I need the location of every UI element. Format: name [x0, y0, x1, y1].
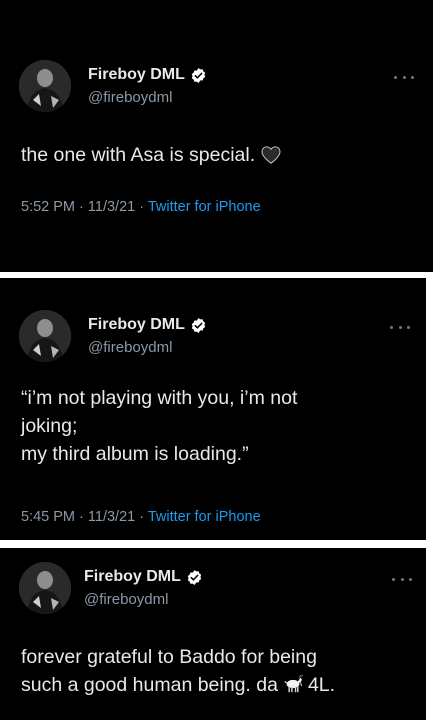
- verified-badge-icon: [191, 67, 206, 83]
- tweet-text-line: forever grateful to Baddo for being: [21, 646, 317, 668]
- avatar-image: [19, 60, 71, 112]
- meta-separator: ·: [75, 509, 88, 525]
- tweet-meta: 5:52 PM · 11/3/21 · Twitter for iPhone: [21, 199, 261, 215]
- tweet-date[interactable]: 11/3/21: [88, 199, 135, 215]
- tweet-text: “i’m not playing with you, i’m not jokin…: [21, 384, 297, 468]
- tweet-text-line: joking;: [21, 415, 78, 437]
- tweet-time[interactable]: 5:52 PM: [21, 199, 75, 215]
- tweet-text-part: such a good human being. da: [21, 674, 278, 696]
- avatar-image: [19, 310, 71, 362]
- avatar[interactable]: [19, 562, 71, 614]
- goat-icon: [284, 675, 304, 693]
- display-name[interactable]: Fireboy DML: [88, 316, 185, 334]
- display-name[interactable]: Fireboy DML: [88, 66, 185, 84]
- user-handle[interactable]: @fireboydml: [88, 89, 172, 106]
- user-handle[interactable]: @fireboydml: [84, 591, 168, 608]
- display-name[interactable]: Fireboy DML: [84, 568, 181, 586]
- more-options-icon[interactable]: [392, 574, 412, 584]
- avatar[interactable]: [19, 60, 71, 112]
- tweet-source-link[interactable]: Twitter for iPhone: [148, 199, 261, 215]
- user-handle[interactable]: @fireboydml: [88, 339, 172, 356]
- tweet-text: the one with Asa is special.: [21, 141, 281, 169]
- tweet-card[interactable]: Fireboy DML @fireboydml the one with Asa…: [0, 0, 433, 272]
- tweet-time[interactable]: 5:45 PM: [21, 509, 75, 525]
- tweet-card[interactable]: Fireboy DML @fireboydml “i’m not playing…: [0, 278, 426, 540]
- verified-badge-icon: [191, 317, 206, 333]
- black-heart-icon: [261, 146, 281, 164]
- tweet-text: forever grateful to Baddo for being such…: [21, 643, 335, 699]
- tweet-text-line: such a good human being. da 4L.: [21, 671, 335, 699]
- tweet-text-content: the one with Asa is special.: [21, 144, 256, 166]
- tweet-card[interactable]: Fireboy DML @fireboydml forever grateful…: [0, 548, 426, 720]
- avatar-image: [19, 562, 71, 614]
- tweet-text-line: “i’m not playing with you, i’m not: [21, 387, 298, 409]
- verified-badge-icon: [187, 569, 202, 585]
- meta-separator: ·: [75, 199, 88, 215]
- tweet-source-link[interactable]: Twitter for iPhone: [148, 509, 261, 525]
- tweet-text-line: my third album is loading.”: [21, 443, 249, 465]
- more-options-icon[interactable]: [390, 322, 410, 332]
- meta-separator: ·: [135, 509, 148, 525]
- meta-separator: ·: [135, 199, 148, 215]
- tweet-meta: 5:45 PM · 11/3/21 · Twitter for iPhone: [21, 509, 261, 525]
- tweet-date[interactable]: 11/3/21: [88, 509, 135, 525]
- more-options-icon[interactable]: [394, 72, 414, 82]
- avatar[interactable]: [19, 310, 71, 362]
- tweet-text-part: 4L.: [307, 674, 336, 696]
